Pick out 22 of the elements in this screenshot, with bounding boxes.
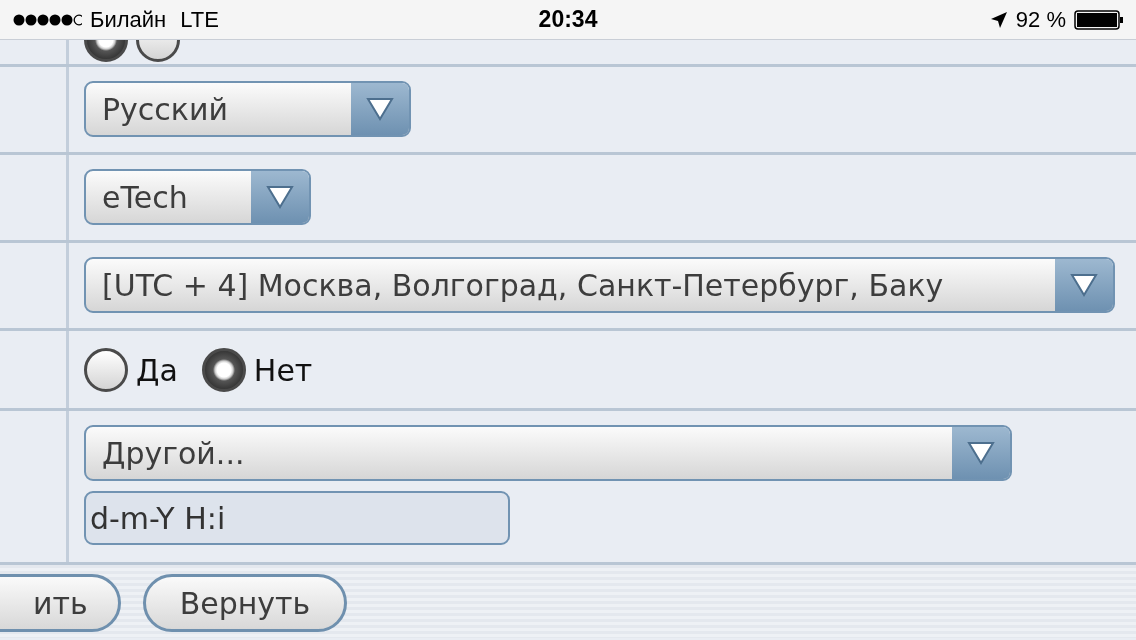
location-arrow-icon <box>989 10 1008 29</box>
radio-label: Нет <box>253 352 313 388</box>
battery-percent: 92 % <box>1015 6 1066 33</box>
dropdown[interactable]: Русский <box>84 81 411 137</box>
dropdown-arrow-icon <box>365 96 395 122</box>
dropdown[interactable]: eTech <box>84 169 311 225</box>
dropdown-arrow-icon <box>265 184 295 210</box>
dropdown[interactable]: [UTC + 4] Москва, Волгоград, Санкт-Петербург, Баку <box>84 257 1115 313</box>
date-format-field[interactable]: d-m-Y H:i <box>84 491 510 545</box>
form-button[interactable]: Вернуть <box>142 574 348 632</box>
clock: 20:34 <box>538 6 598 33</box>
radio-label: Да <box>136 352 178 388</box>
carrier-name: Билайн <box>90 6 167 33</box>
dropdown-arrow-icon <box>966 440 996 466</box>
network-type: LTE <box>180 6 219 33</box>
signal-strength-icon <box>12 12 82 27</box>
radio-button[interactable] <box>84 348 128 392</box>
form-button[interactable]: ить <box>0 574 121 632</box>
dropdown-arrow-icon <box>1069 272 1099 298</box>
radio-button[interactable] <box>201 348 246 392</box>
battery-icon <box>1074 9 1124 30</box>
dropdown[interactable]: Другой... <box>84 425 1012 481</box>
